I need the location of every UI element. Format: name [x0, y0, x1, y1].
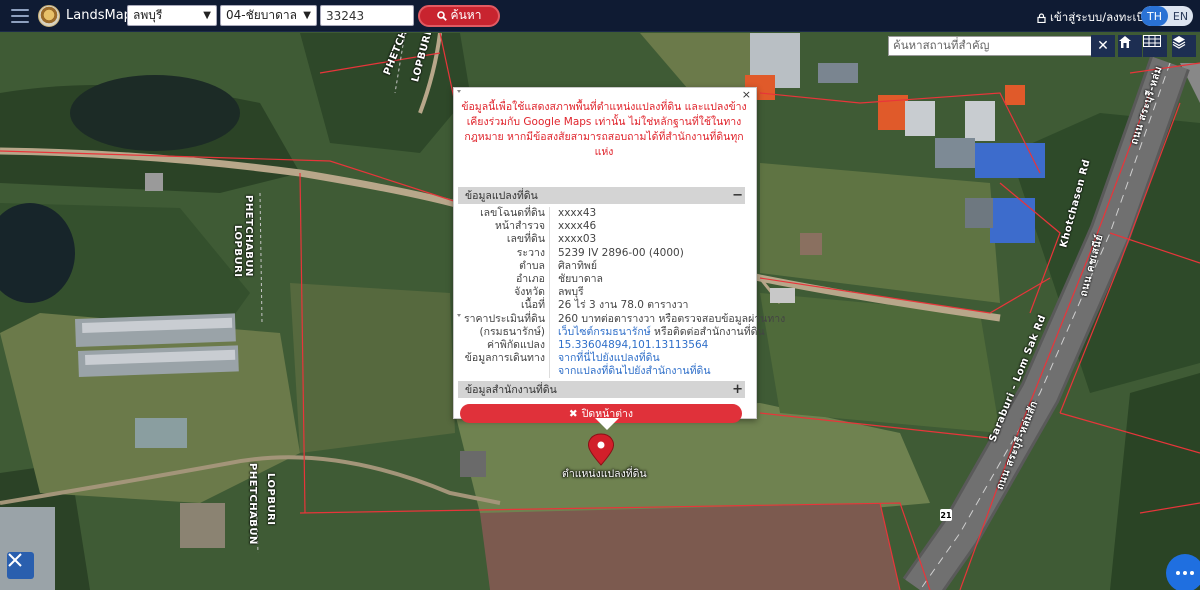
login-link[interactable]: เข้าสู่ระบบ/ลงทะเบียน [1037, 9, 1158, 27]
expand-icon: + [732, 382, 743, 397]
dot-icon [1183, 571, 1187, 575]
parcel-details-table: เลขโฉนดที่ดิน xxxx43 หน้าสำรวจ xxxx46 เลขท… [458, 207, 785, 379]
table-row: เนื้อที่ 26 ไร่ 3 งาน 78.0 ตารางวา [458, 299, 745, 313]
row-value: 15.33604894,101.13113564 [549, 338, 745, 353]
home-button[interactable] [1118, 35, 1142, 57]
place-search-input[interactable]: ค้นหาสถานที่สำคัญ [888, 36, 1092, 56]
row-label: ข้อมูลการเดินทาง [464, 352, 545, 365]
parcel-number-input[interactable]: 33243 [320, 5, 414, 26]
brand-name: LandsMaps [66, 8, 139, 23]
close-icon: ✖ [568, 407, 578, 420]
row-label: ระวาง [516, 246, 545, 259]
row-value: xxxx43 [549, 207, 745, 221]
section-office-title: ข้อมูลสำนักงานที่ดิน [465, 384, 557, 396]
treasury-link[interactable]: เว็บไซต์กรมธนารักษ์ [558, 326, 651, 338]
row-value: 260 บาทต่อตารางวา หรือตรวจสอบข้อมูลผ่านท… [549, 312, 785, 326]
row-label: เลขโฉนดที่ดิน [480, 207, 545, 219]
dot-icon [1176, 571, 1180, 575]
road-label-phetchabun-mid: PHETCHABUN [243, 195, 254, 277]
row-label: (กรมธนารักษ์) [479, 325, 545, 338]
table-row: เลขที่ดิน xxxx03 [458, 233, 745, 247]
row-value: 5239 IV 2896-00 (4000) [549, 246, 745, 260]
price-tail: หรือติดต่อสำนักงานที่ดิน [650, 325, 765, 338]
table-row: เลขโฉนดที่ดิน xxxx43 [458, 207, 745, 221]
row-value: 26 ไร่ 3 งาน 78.0 ตารางวา [549, 299, 745, 313]
section-parcel-header[interactable]: ข้อมูลแปลงที่ดิน − [458, 187, 745, 204]
row-value: เว็บไซต์กรมธนารักษ์ หรือติดต่อสำนักงานที… [549, 325, 765, 339]
coordinate-link[interactable]: 15.33604894,101.13113564 [558, 339, 708, 351]
grid-button[interactable] [1143, 35, 1167, 57]
popup-scrollbar[interactable] [454, 88, 464, 318]
table-row: ราคาประเมินที่ดิน 260 บาทต่อตารางวา หรือต… [458, 312, 785, 326]
close-icon: ✕ [1097, 38, 1109, 54]
province-select[interactable]: ลพบุรี ▼ [127, 5, 217, 26]
section-office-header[interactable]: ข้อมูลสำนักงานที่ดิน + [458, 381, 745, 398]
province-select-value: ลพบุรี [133, 8, 163, 22]
section-parcel-title: ข้อมูลแปลงที่ดิน [465, 190, 538, 202]
row-label: เนื้อที่ [521, 299, 545, 312]
road-label-phetchabun-bot: PHETCHABUN [247, 463, 258, 545]
row-value: xxxx03 [549, 233, 745, 247]
table-row: ค่าพิกัดแปลง 15.33604894,101.13113564 [458, 338, 745, 353]
row-value: ชัยบาดาล [549, 272, 745, 287]
collapse-icon: − [732, 188, 743, 203]
row-value: ศิลาทิพย์ [549, 259, 745, 273]
row-value: xxxx46 [549, 220, 745, 234]
road-label-lopburi-bot: LOPBURI [265, 473, 276, 526]
menu-icon[interactable] [11, 8, 29, 23]
row-label: ตำบล [519, 259, 545, 272]
row-label: อำเภอ [515, 272, 545, 285]
amphoe-select[interactable]: 04-ชัยบาดาล ▼ [220, 5, 317, 26]
pin-label: ตำแหน่งแปลงที่ดิน [562, 468, 647, 480]
table-row: ตำบล ศิลาทิพย์ [458, 259, 745, 273]
highway-shield: 21 [940, 509, 952, 521]
row-label: ค่าพิกัดแปลง [486, 338, 545, 351]
top-bar: LandsMaps ลพบุรี ▼ 04-ชัยบาดาล ▼ 33243 ค… [0, 0, 1200, 32]
tools-icon [8, 553, 22, 567]
row-label: หน้าสำรวจ [495, 220, 545, 233]
table-row: (กรมธนารักษ์) เว็บไซต์กรมธนารักษ์ หรือติด… [458, 325, 765, 339]
amphoe-select-value: 04-ชัยบาดาล [226, 8, 298, 22]
place-search-clear-button[interactable]: ✕ [1091, 35, 1115, 57]
row-value: ลพบุรี [549, 286, 745, 300]
table-row: หน้าสำรวจ xxxx46 [458, 220, 745, 234]
row-label [458, 365, 549, 378]
measure-tool-button[interactable] [7, 552, 34, 579]
home-icon [1119, 36, 1131, 48]
chevron-down-icon: ▼ [303, 10, 311, 21]
route-to-parcel-link[interactable]: จากที่นี่ไปยังแปลงที่ดิน [558, 352, 660, 364]
popup-pointer [595, 418, 619, 430]
row-label: เลขที่ดิน [506, 233, 545, 246]
parcel-info-popup: × ข้อมูลนี้เพื่อใช้แสดงสภาพพื้นที่ตำแหน่… [453, 87, 785, 430]
layers-button[interactable] [1172, 35, 1196, 57]
lang-en-button[interactable]: EN [1168, 6, 1193, 26]
search-button-label: ค้นหา [450, 8, 482, 22]
dot-icon [1190, 571, 1194, 575]
grid-icon [1143, 35, 1161, 47]
table-row: จากแปลงที่ดินไปยังสำนักงานที่ดิน [458, 365, 745, 379]
search-button[interactable]: ค้นหา [418, 4, 500, 27]
table-row: ระวาง 5239 IV 2896-00 (4000) [458, 246, 745, 260]
disclaimer-text: ข้อมูลนี้เพื่อใช้แสดงสภาพพื้นที่ตำแหน่งแ… [461, 101, 747, 158]
row-label: ราคาประเมินที่ดิน [463, 312, 545, 325]
layers-icon [1172, 36, 1186, 49]
row-value: จากที่นี่ไปยังแปลงที่ดิน [549, 352, 745, 366]
chevron-down-icon: ▼ [203, 10, 211, 21]
row-label: จังหวัด [514, 286, 545, 299]
satellite-map[interactable]: PHETCH LOPBURI LOPBURI PHETCHABUN PHETCH… [0, 33, 1200, 590]
more-options-button[interactable] [1166, 554, 1200, 590]
lock-icon [1037, 13, 1046, 23]
landsmaps-logo [38, 4, 60, 27]
table-row: อำเภอ ชัยบาดาล [458, 272, 745, 287]
route-to-office-link[interactable]: จากแปลงที่ดินไปยังสำนักงานที่ดิน [558, 365, 711, 377]
search-icon [436, 10, 447, 21]
lang-th-button[interactable]: TH [1141, 6, 1168, 26]
table-row: จังหวัด ลพบุรี [458, 286, 745, 300]
road-label-lopburi-mid: LOPBURI [232, 225, 243, 278]
row-value: จากแปลงที่ดินไปยังสำนักงานที่ดิน [549, 365, 745, 379]
language-switch[interactable]: TH EN [1141, 6, 1193, 26]
table-row: ข้อมูลการเดินทาง จากที่นี่ไปยังแปลงที่ดิน [458, 352, 745, 366]
